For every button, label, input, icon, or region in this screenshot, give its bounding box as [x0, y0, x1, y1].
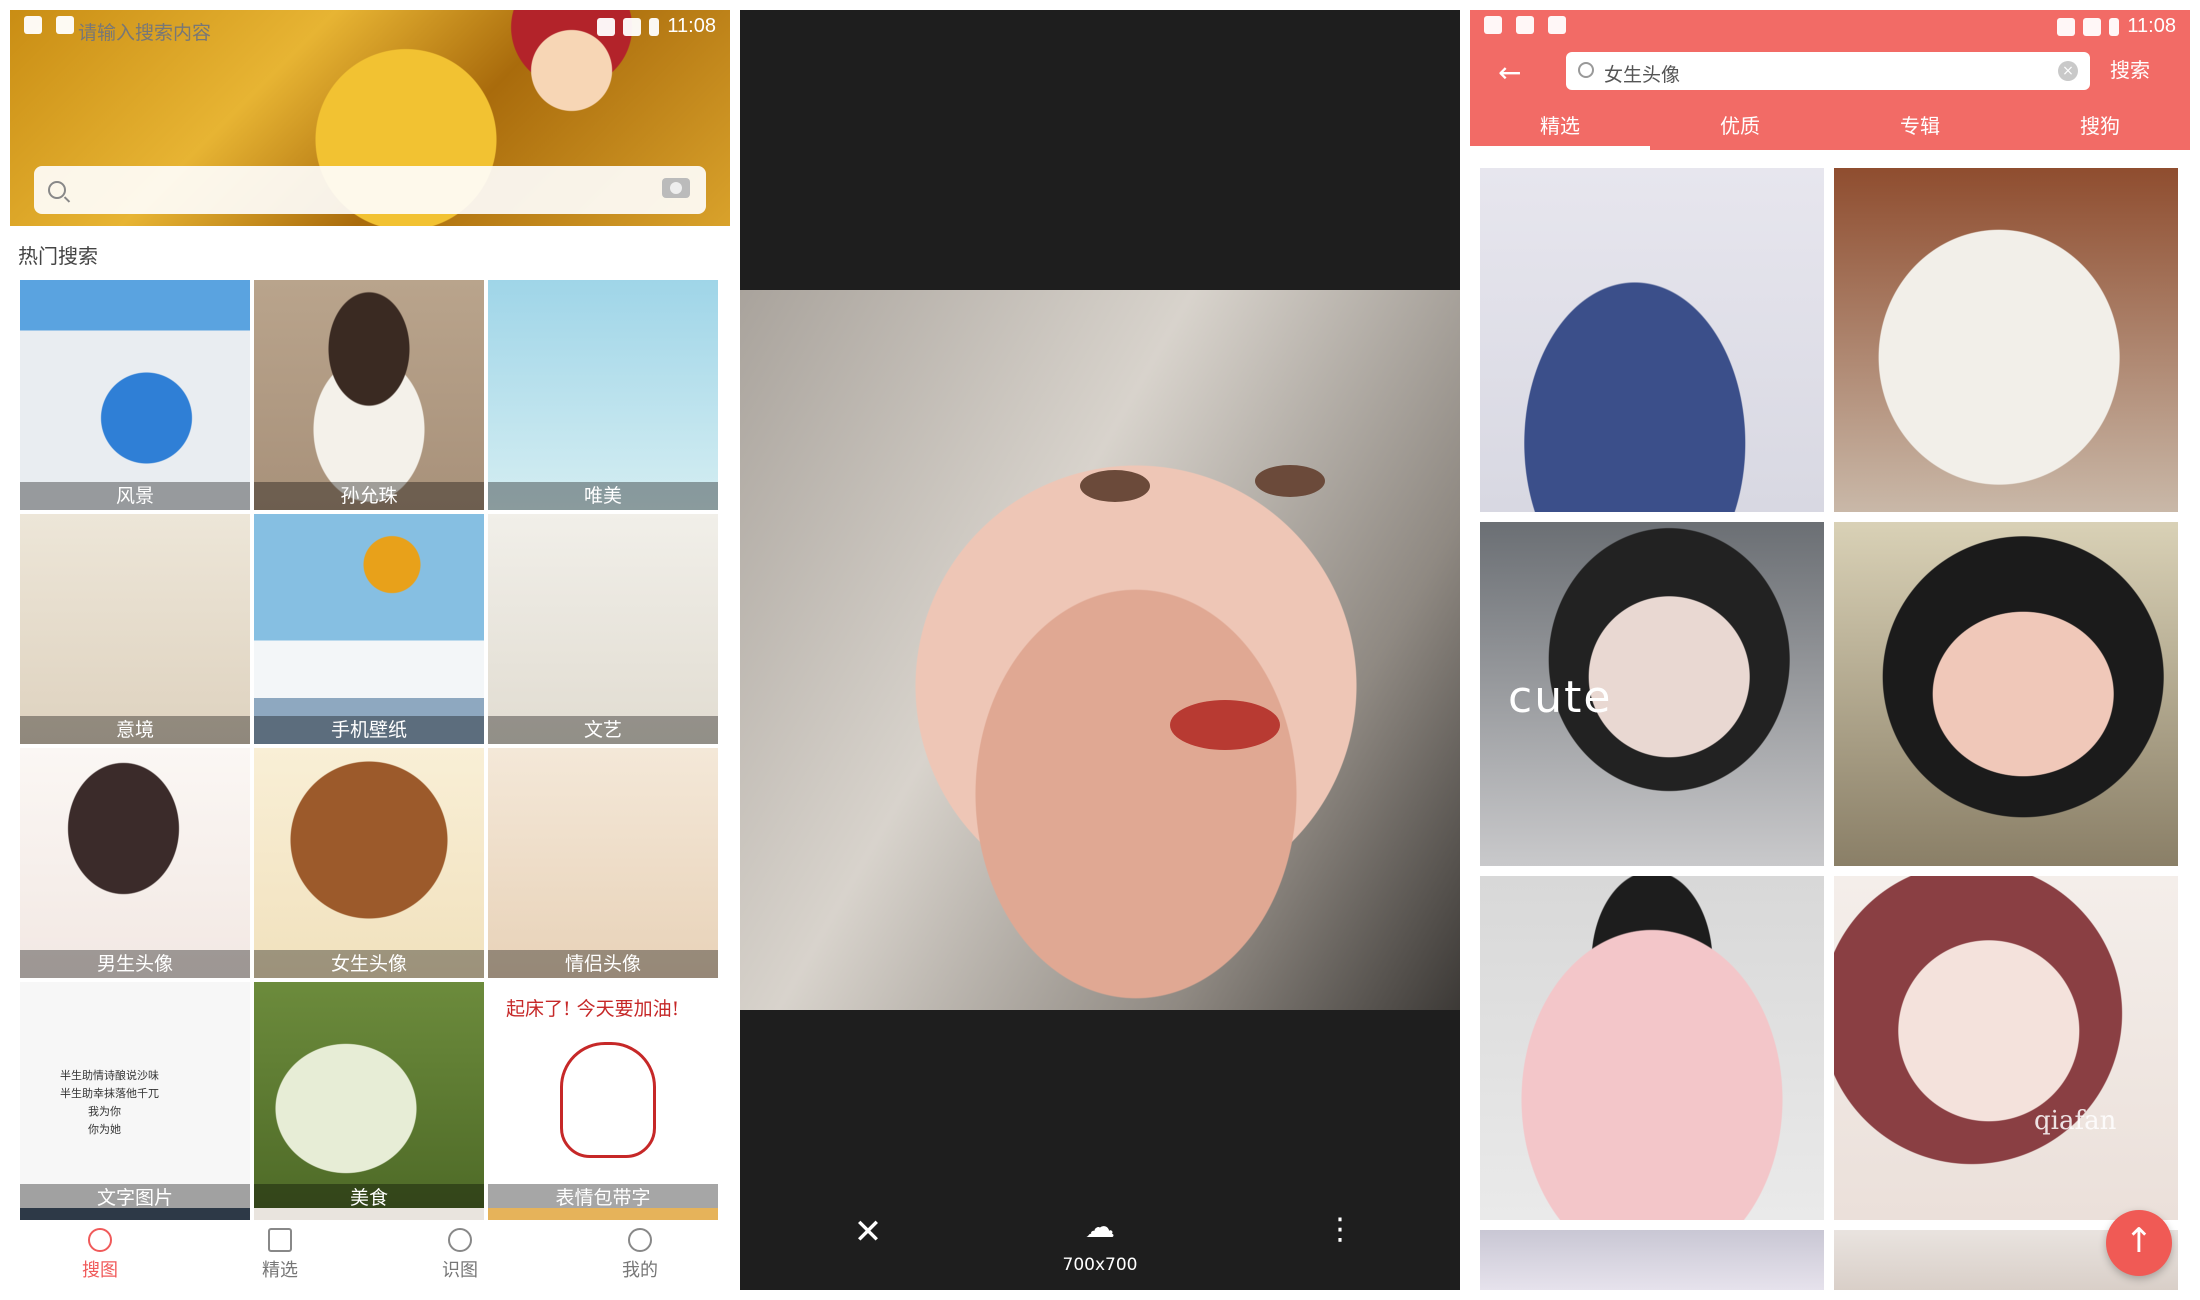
category-label: 意境	[20, 716, 250, 744]
image-icon	[268, 1228, 292, 1252]
category-tile[interactable]: 半生助情诗酿说沙味 半生助幸抹落他千兀 我为你 你为她 文字图片	[20, 982, 250, 1212]
photo-detail	[1170, 700, 1280, 750]
scroll-to-top-icon[interactable]: ↑	[2106, 1210, 2172, 1276]
result-image[interactable]	[1480, 1230, 1824, 1290]
image-size-label: 700x700	[1062, 1255, 1138, 1275]
category-label: 手机壁纸	[254, 716, 484, 744]
image-viewer-screen: ✕ ☁ 700x700 ⋮	[740, 10, 1460, 1290]
notification-icon	[56, 16, 74, 34]
nav-label: 识图	[442, 1260, 478, 1281]
category-tile[interactable]: 孙允珠	[254, 280, 484, 510]
category-label: 文艺	[488, 716, 718, 744]
wifi-icon	[2057, 17, 2076, 36]
clear-icon[interactable]: ×	[2058, 61, 2078, 81]
result-image[interactable]: cute	[1480, 522, 1824, 866]
category-tile[interactable]: 手机壁纸	[254, 514, 484, 744]
category-grid: 风景 孙允珠 唯美 意境 手机壁纸 文艺 男生头像 女生头像 情侣头像 半生助情…	[20, 280, 720, 1212]
category-tile[interactable]: 唯美	[488, 280, 718, 510]
scan-icon	[448, 1228, 472, 1252]
result-image[interactable]	[1834, 522, 2178, 866]
android-icon	[24, 16, 42, 34]
result-image[interactable]	[1834, 168, 2178, 512]
search-icon	[48, 181, 66, 199]
nav-label: 我的	[622, 1260, 658, 1281]
nav-item-featured[interactable]: 精选	[190, 1220, 370, 1290]
result-image[interactable]: qiafan	[1834, 876, 2178, 1220]
nav-item-search[interactable]: 搜图	[10, 1220, 190, 1290]
category-label: 唯美	[488, 482, 718, 510]
back-arrow-icon[interactable]: ←	[1498, 56, 1521, 89]
search-icon	[88, 1228, 112, 1252]
emoji-caption: 起床了! 今天要加油!	[506, 998, 680, 1020]
search-query: 女生头像	[1604, 64, 1681, 86]
category-label: 女生头像	[254, 950, 484, 978]
viewer-toolbar: ✕ ☁ 700x700 ⋮	[740, 1190, 1460, 1290]
wifi-icon	[597, 17, 616, 36]
category-label: 风景	[20, 482, 250, 510]
camera-icon[interactable]	[662, 178, 690, 198]
home-screen: 11:08 请输入搜索内容 热门搜索 风景 孙允珠 唯美 意境 手机壁纸 文艺 …	[10, 10, 730, 1290]
image-notification-icon	[1516, 16, 1534, 34]
nav-label: 搜图	[82, 1260, 118, 1281]
category-label: 孙允珠	[254, 482, 484, 510]
poem-line: 你为她	[88, 1123, 121, 1136]
category-tile[interactable]: 文艺	[488, 514, 718, 744]
search-results-screen: 11:08 ← 女生头像 × 搜索 精选 优质 专辑 搜狗 cute qiafa…	[1470, 10, 2190, 1290]
nav-item-mine[interactable]: 我的	[550, 1220, 730, 1290]
more-vertical-icon[interactable]: ⋮	[1320, 1210, 1360, 1250]
status-time: 11:08	[667, 15, 716, 37]
search-input[interactable]: 请输入搜索内容	[34, 22, 706, 214]
photo-detail	[1080, 470, 1150, 502]
bottom-nav: 搜图 精选 识图 我的	[10, 1220, 730, 1290]
hot-search-title: 热门搜索	[18, 244, 98, 268]
image-overlay-text: cute	[1508, 672, 1613, 723]
result-image[interactable]	[1480, 876, 1824, 1220]
results-grid: cute qiafan	[1480, 168, 2180, 1290]
tab-featured[interactable]: 精选	[1470, 106, 1650, 150]
status-time: 11:08	[2127, 15, 2176, 37]
category-tile[interactable]: 情侣头像	[488, 748, 718, 978]
poem-line: 半生助幸抹落他千兀	[60, 1087, 159, 1100]
emoji-figure	[560, 1042, 656, 1158]
battery-icon	[2109, 17, 2120, 36]
results-tabs: 精选 优质 专辑 搜狗	[1470, 106, 2190, 150]
search-icon	[1578, 62, 1594, 78]
category-tile[interactable]: 美食	[254, 982, 484, 1212]
category-label: 情侣头像	[488, 950, 718, 978]
status-bar: 11:08	[1470, 10, 2190, 46]
viewer-image[interactable]	[740, 290, 1460, 1010]
poem-line: 我为你	[88, 1105, 121, 1118]
poem-text: 半生助情诗酿说沙味 半生助幸抹落他千兀 我为你 你为她	[60, 1067, 159, 1139]
result-image[interactable]	[1480, 168, 1824, 512]
user-icon	[628, 1228, 652, 1252]
photo-detail	[1255, 465, 1325, 497]
signal-icon	[623, 17, 642, 36]
image-watermark-text: qiafan	[2034, 1106, 2117, 1136]
results-header: 11:08 ← 女生头像 × 搜索 精选 优质 专辑 搜狗	[1470, 10, 2190, 150]
category-tile[interactable]: 风景	[20, 280, 250, 510]
category-label: 男生头像	[20, 950, 250, 978]
poem-line: 半生助情诗酿说沙味	[60, 1069, 159, 1082]
category-tile[interactable]: 起床了! 今天要加油! 表情包带字	[488, 982, 718, 1212]
nav-label: 精选	[262, 1260, 298, 1281]
category-tile[interactable]: 意境	[20, 514, 250, 744]
signal-icon	[2083, 17, 2102, 36]
android-icon	[1484, 16, 1502, 34]
tab-quality[interactable]: 优质	[1650, 106, 1830, 150]
notification-icon	[1548, 16, 1566, 34]
category-tile[interactable]: 男生头像	[20, 748, 250, 978]
search-input[interactable]: 女生头像 ×	[1566, 52, 2090, 90]
tab-sogou[interactable]: 搜狗	[2010, 106, 2190, 150]
battery-icon	[649, 17, 660, 36]
cloud-download-icon[interactable]: ☁	[1068, 1210, 1132, 1252]
close-icon[interactable]: ✕	[848, 1212, 888, 1252]
nav-item-recognize[interactable]: 识图	[370, 1220, 550, 1290]
more-tiles-peek	[20, 1208, 720, 1220]
search-button[interactable]: 搜索	[2110, 54, 2150, 83]
category-tile[interactable]: 女生头像	[254, 748, 484, 978]
tab-albums[interactable]: 专辑	[1830, 106, 2010, 150]
